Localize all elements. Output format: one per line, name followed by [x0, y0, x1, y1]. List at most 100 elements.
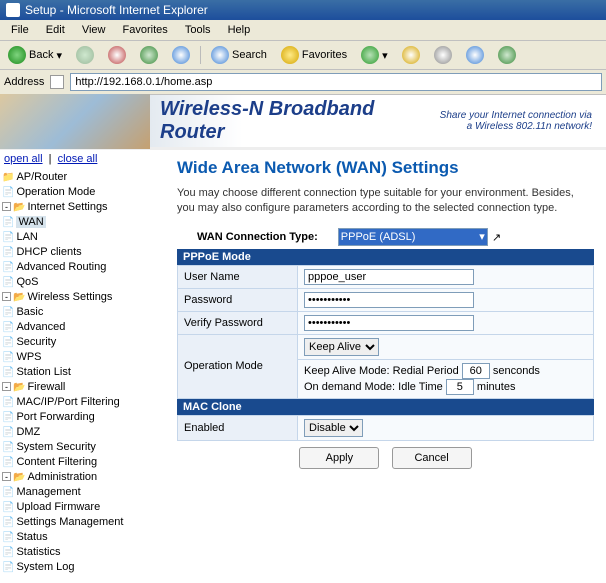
- back-button[interactable]: Back ▾: [4, 44, 66, 66]
- search-button[interactable]: Search: [207, 44, 271, 66]
- operation-mode-details: Keep Alive Mode: Redial Period senconds …: [298, 359, 594, 398]
- sidebar-security[interactable]: Security: [2, 335, 163, 350]
- menu-tools[interactable]: Tools: [178, 22, 218, 38]
- page-description: You may choose different connection type…: [177, 186, 594, 216]
- mail-icon: [402, 46, 420, 64]
- print-button[interactable]: [430, 44, 456, 66]
- verify-password-input[interactable]: [304, 315, 474, 331]
- sidebar-system-security[interactable]: System Security: [2, 440, 163, 455]
- sidebar-port-forwarding[interactable]: Port Forwarding: [2, 410, 163, 425]
- sidebar-wps[interactable]: WPS: [2, 350, 163, 365]
- address-bar: Address: [0, 70, 606, 95]
- forward-icon: [76, 46, 94, 64]
- sidebar-administration[interactable]: Administration: [13, 471, 97, 483]
- menu-help[interactable]: Help: [221, 22, 258, 38]
- media-button[interactable]: ▾: [357, 44, 392, 66]
- enabled-label: Enabled: [178, 415, 298, 440]
- cancel-button[interactable]: Cancel: [392, 447, 472, 469]
- sidebar-qos[interactable]: QoS: [2, 275, 163, 290]
- sidebar: AP/Router Operation Mode -Internet Setti…: [0, 168, 165, 583]
- back-label: Back: [29, 49, 53, 61]
- sidebar-dhcp[interactable]: DHCP clients: [2, 245, 163, 260]
- sidebar-settings-mgmt[interactable]: Settings Management: [2, 515, 163, 530]
- banner: Wireless-N Broadband Router Share your I…: [0, 95, 606, 150]
- operation-mode-label: Operation Mode: [178, 334, 298, 398]
- toggle-wireless[interactable]: -: [2, 292, 11, 301]
- banner-image: [0, 94, 150, 149]
- wan-conn-type-select[interactable]: PPPoE (ADSL) ▾: [338, 228, 488, 246]
- section-macclone: MAC Clone: [177, 399, 594, 415]
- refresh-icon: [140, 46, 158, 64]
- pppoe-form: User Name Password Verify Password Opera…: [177, 265, 594, 399]
- menu-edit[interactable]: Edit: [39, 22, 72, 38]
- sidebar-operation-mode[interactable]: Operation Mode: [2, 185, 163, 200]
- address-label: Address: [4, 76, 44, 88]
- sidebar-status[interactable]: Status: [2, 530, 163, 545]
- tree-controls: open all | close all: [0, 150, 165, 168]
- password-input[interactable]: [304, 292, 474, 308]
- refresh-button[interactable]: [136, 44, 162, 66]
- sidebar-wan[interactable]: WAN: [2, 215, 163, 230]
- username-input[interactable]: [304, 269, 474, 285]
- toolbar: Back ▾ Search Favorites ▾: [0, 41, 606, 70]
- home-button[interactable]: [168, 44, 194, 66]
- address-input[interactable]: [70, 73, 602, 91]
- mail-button[interactable]: [398, 44, 424, 66]
- menu-view[interactable]: View: [75, 22, 113, 38]
- sidebar-upload-firmware[interactable]: Upload Firmware: [2, 500, 163, 515]
- window-title: Setup - Microsoft Internet Explorer: [25, 3, 208, 17]
- stop-button[interactable]: [104, 44, 130, 66]
- sidebar-dmz[interactable]: DMZ: [2, 425, 163, 440]
- messenger-button[interactable]: [494, 44, 520, 66]
- chevron-down-icon: ▾: [382, 49, 388, 62]
- sidebar-firewall[interactable]: Firewall: [13, 381, 65, 393]
- idle-time-input[interactable]: [446, 379, 474, 395]
- banner-title: Wireless-N Broadband Router: [160, 98, 440, 144]
- search-label: Search: [232, 49, 267, 61]
- toggle-internet[interactable]: -: [2, 202, 11, 211]
- banner-subtitle: Share your Internet connection via a Wir…: [440, 110, 592, 132]
- window-titlebar: Setup - Microsoft Internet Explorer: [0, 0, 606, 20]
- sidebar-advanced[interactable]: Advanced: [2, 320, 163, 335]
- sidebar-wireless-settings[interactable]: Wireless Settings: [13, 291, 112, 303]
- sidebar-ap-router[interactable]: AP/Router: [2, 170, 163, 185]
- verify-password-label: Verify Password: [178, 311, 298, 334]
- search-icon: [211, 46, 229, 64]
- sidebar-station-list[interactable]: Station List: [2, 365, 163, 380]
- ie-icon: [6, 3, 20, 17]
- sidebar-basic[interactable]: Basic: [2, 305, 163, 320]
- enabled-select[interactable]: Disable: [304, 419, 363, 437]
- sidebar-advanced-routing[interactable]: Advanced Routing: [2, 260, 163, 275]
- redial-period-input[interactable]: [462, 363, 490, 379]
- star-icon: [281, 46, 299, 64]
- sidebar-content-filtering[interactable]: Content Filtering: [2, 455, 163, 470]
- sidebar-internet-settings[interactable]: Internet Settings: [13, 201, 108, 213]
- sidebar-management[interactable]: Management: [2, 485, 163, 500]
- chevron-down-icon: ▾: [56, 49, 62, 62]
- favorites-button[interactable]: Favorites: [277, 44, 351, 66]
- menu-favorites[interactable]: Favorites: [116, 22, 175, 38]
- edit-button[interactable]: [462, 44, 488, 66]
- sidebar-system-log[interactable]: System Log: [2, 560, 163, 575]
- page-icon: [50, 75, 64, 89]
- sidebar-statistics[interactable]: Statistics: [2, 545, 163, 560]
- edit-icon: [466, 46, 484, 64]
- macclone-form: Enabled Disable: [177, 415, 594, 441]
- forward-button[interactable]: [72, 44, 98, 66]
- close-all-link[interactable]: close all: [58, 153, 98, 165]
- apply-button[interactable]: Apply: [299, 447, 379, 469]
- open-all-link[interactable]: open all: [4, 153, 43, 165]
- section-pppoe: PPPoE Mode: [177, 249, 594, 265]
- sidebar-mac-filter[interactable]: MAC/IP/Port Filtering: [2, 395, 163, 410]
- menu-file[interactable]: File: [4, 22, 36, 38]
- operation-mode-select[interactable]: Keep Alive: [304, 338, 379, 356]
- sidebar-lan[interactable]: LAN: [2, 230, 163, 245]
- toggle-firewall[interactable]: -: [2, 382, 11, 391]
- menubar: File Edit View Favorites Tools Help: [0, 20, 606, 41]
- home-icon: [172, 46, 190, 64]
- wan-conn-type-value: PPPoE (ADSL): [341, 231, 416, 243]
- toggle-admin[interactable]: -: [2, 472, 11, 481]
- stop-icon: [108, 46, 126, 64]
- main-panel: Wide Area Network (WAN) Settings You may…: [165, 150, 606, 583]
- media-icon: [361, 46, 379, 64]
